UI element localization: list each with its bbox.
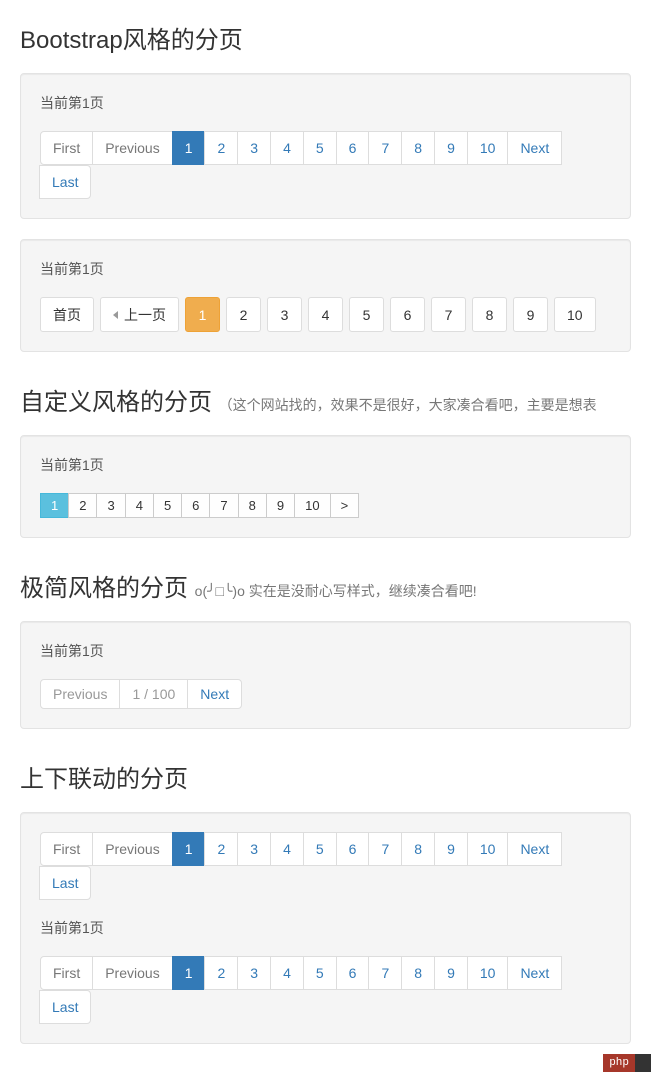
section2-panel: 当前第1页 首页 上一页 1 2 3 4 5 6 7 8 9 10 xyxy=(20,239,631,352)
caret-left-icon xyxy=(113,311,118,319)
page-button[interactable]: 3 xyxy=(237,832,271,866)
page-button[interactable]: 7 xyxy=(368,131,402,165)
page-info: 1 / 100 xyxy=(119,679,188,709)
previous-button[interactable]: Previous xyxy=(92,956,172,990)
last-button[interactable]: Last xyxy=(39,866,91,900)
section4-subtitle: o(╯□╰)o 实在是没耐心写样式，继续凑合看吧! xyxy=(195,583,477,599)
page-button[interactable]: 8 xyxy=(401,131,435,165)
section1-panel: 当前第1页 First Previous 1 2 3 4 5 6 7 8 9 1… xyxy=(20,73,631,219)
section3-pagination: 1 2 3 4 5 6 7 8 9 10 > xyxy=(40,493,611,518)
page-button[interactable]: 3 xyxy=(96,493,125,518)
page-button[interactable]: 1 xyxy=(172,956,206,990)
page-button[interactable]: 9 xyxy=(513,297,548,332)
page-button[interactable]: 8 xyxy=(472,297,507,332)
next-button[interactable]: > xyxy=(330,493,360,518)
previous-button[interactable]: 上一页 xyxy=(100,297,179,332)
next-button[interactable]: Next xyxy=(507,832,562,866)
page-button[interactable]: 4 xyxy=(270,832,304,866)
page-button[interactable]: 7 xyxy=(431,297,466,332)
page-button[interactable]: 3 xyxy=(237,956,271,990)
page-button[interactable]: 4 xyxy=(308,297,343,332)
section1-status: 当前第1页 xyxy=(40,93,611,113)
page-button[interactable]: 6 xyxy=(390,297,425,332)
page-button[interactable]: 1 xyxy=(40,493,69,518)
page-button[interactable]: 4 xyxy=(270,956,304,990)
previous-button[interactable]: Previous xyxy=(92,832,172,866)
page-button[interactable]: 3 xyxy=(267,297,302,332)
page-button[interactable]: 9 xyxy=(266,493,295,518)
section1-pagination: First Previous 1 2 3 4 5 6 7 8 9 10 Next… xyxy=(40,131,611,199)
page-button[interactable]: 9 xyxy=(434,956,468,990)
page-button[interactable]: 4 xyxy=(270,131,304,165)
section5-panel: First Previous 1 2 3 4 5 6 7 8 9 10 Next… xyxy=(20,812,631,1044)
page-button[interactable]: 1 xyxy=(172,832,206,866)
page-button[interactable]: 6 xyxy=(336,131,370,165)
next-button[interactable]: Next xyxy=(507,956,562,990)
last-button[interactable]: Last xyxy=(39,165,91,199)
page-button[interactable]: 7 xyxy=(209,493,238,518)
previous-button[interactable]: Previous xyxy=(92,131,172,165)
section2-pagination: 首页 上一页 1 2 3 4 5 6 7 8 9 10 xyxy=(40,297,611,332)
page-button[interactable]: 10 xyxy=(294,493,330,518)
page-button[interactable]: 9 xyxy=(434,832,468,866)
first-button[interactable]: 首页 xyxy=(40,297,94,332)
page-button[interactable]: 2 xyxy=(204,131,238,165)
first-button[interactable]: First xyxy=(40,832,93,866)
page-button[interactable]: 5 xyxy=(303,131,337,165)
page-button[interactable]: 8 xyxy=(238,493,267,518)
section3-title: 自定义风格的分页 （这个网站找的，效果不是很好，大家凑合看吧，主要是想表 xyxy=(20,382,631,417)
section4-panel: 当前第1页 Previous 1 / 100 Next xyxy=(20,621,631,729)
section5-pagination-top: First Previous 1 2 3 4 5 6 7 8 9 10 Next… xyxy=(40,832,611,900)
section4-pagination: Previous 1 / 100 Next xyxy=(40,679,611,709)
page-button[interactable]: 9 xyxy=(434,131,468,165)
watermark-badge: php xyxy=(603,1054,651,1072)
section4-status: 当前第1页 xyxy=(40,641,611,661)
page-button[interactable]: 2 xyxy=(204,832,238,866)
page-button[interactable]: 3 xyxy=(237,131,271,165)
page-button[interactable]: 5 xyxy=(349,297,384,332)
page-button[interactable]: 5 xyxy=(153,493,182,518)
page-button[interactable]: 7 xyxy=(368,832,402,866)
section3-subtitle: （这个网站找的，效果不是很好，大家凑合看吧，主要是想表 xyxy=(219,397,597,413)
page-button[interactable]: 5 xyxy=(303,832,337,866)
section1-title: Bootstrap风格的分页 xyxy=(20,20,631,55)
section5-title: 上下联动的分页 xyxy=(20,759,631,794)
badge-right xyxy=(635,1054,651,1072)
page-button[interactable]: 10 xyxy=(467,131,509,165)
section5-status: 当前第1页 xyxy=(40,918,611,938)
page-button[interactable]: 1 xyxy=(172,131,206,165)
badge-left: php xyxy=(603,1054,635,1072)
page-button[interactable]: 6 xyxy=(181,493,210,518)
section4-title: 极简风格的分页 o(╯□╰)o 实在是没耐心写样式，继续凑合看吧! xyxy=(20,568,631,603)
section2-status: 当前第1页 xyxy=(40,259,611,279)
first-button[interactable]: First xyxy=(40,131,93,165)
page-button[interactable]: 2 xyxy=(68,493,97,518)
section3-panel: 当前第1页 1 2 3 4 5 6 7 8 9 10 > xyxy=(20,435,631,538)
page-button[interactable]: 10 xyxy=(554,297,596,332)
page-button[interactable]: 10 xyxy=(467,832,509,866)
page-button[interactable]: 6 xyxy=(336,832,370,866)
next-button[interactable]: Next xyxy=(507,131,562,165)
last-button[interactable]: Last xyxy=(39,990,91,1024)
page-button[interactable]: 4 xyxy=(125,493,154,518)
page-button[interactable]: 5 xyxy=(303,956,337,990)
page-button[interactable]: 8 xyxy=(401,832,435,866)
page-button[interactable]: 2 xyxy=(226,297,261,332)
page-button[interactable]: 7 xyxy=(368,956,402,990)
section3-status: 当前第1页 xyxy=(40,455,611,475)
page-button[interactable]: 10 xyxy=(467,956,509,990)
page-button[interactable]: 8 xyxy=(401,956,435,990)
first-button[interactable]: First xyxy=(40,956,93,990)
next-button[interactable]: Next xyxy=(187,679,242,709)
section5-pagination-bottom: First Previous 1 2 3 4 5 6 7 8 9 10 Next… xyxy=(40,956,611,1024)
previous-button[interactable]: Previous xyxy=(40,679,120,709)
page-button[interactable]: 2 xyxy=(204,956,238,990)
page-button[interactable]: 1 xyxy=(185,297,220,332)
page-button[interactable]: 6 xyxy=(336,956,370,990)
